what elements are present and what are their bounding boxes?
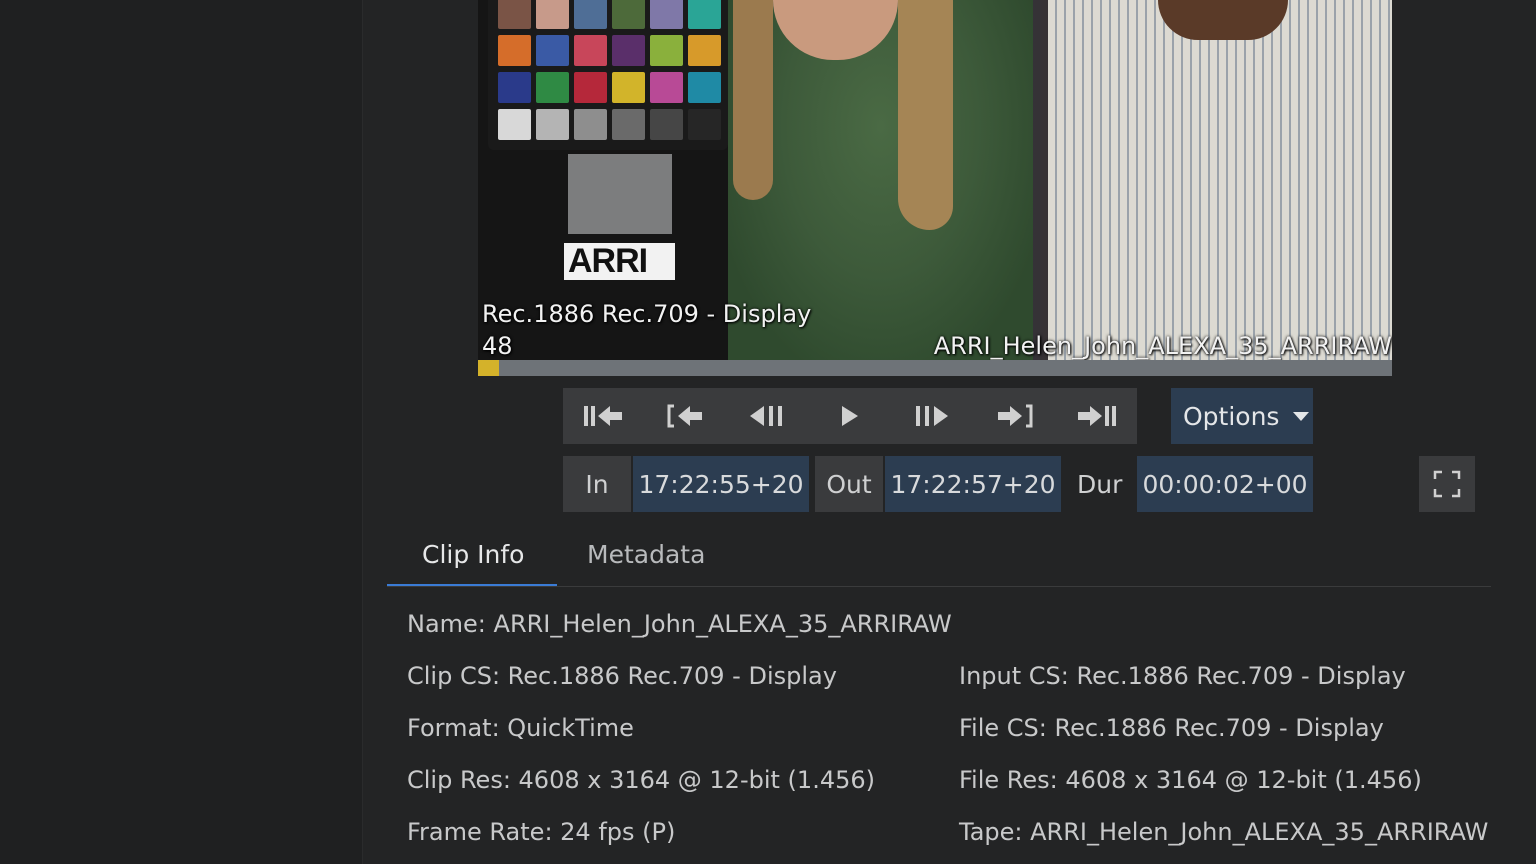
color-swatch [574, 109, 607, 140]
color-swatch [650, 0, 683, 29]
tab-metadata[interactable]: Metadata [587, 540, 727, 587]
tab-clip-info-label: Clip Info [422, 540, 525, 569]
color-swatch [688, 0, 721, 29]
clip-name-info: Name: ARRI_Helen_John_ALEXA_35_ARRIRAW [407, 610, 952, 638]
color-swatch [688, 72, 721, 103]
color-swatch [498, 72, 531, 103]
color-swatch [536, 72, 569, 103]
color-swatch [574, 72, 607, 103]
fullscreen-icon [1433, 470, 1461, 498]
file-res-info: File Res: 4608 x 3164 @ 12-bit (1.456) [959, 766, 1422, 794]
transport-controls [563, 388, 1137, 444]
color-swatch [536, 35, 569, 66]
color-swatch [536, 0, 569, 29]
person-left-hair-right [898, 0, 953, 230]
tab-metadata-label: Metadata [587, 540, 706, 569]
go-to-in-button[interactable] [645, 388, 727, 444]
color-swatch [498, 0, 531, 29]
timeline-scrubber[interactable] [478, 360, 1392, 376]
play-icon [842, 406, 858, 426]
color-swatch [612, 72, 645, 103]
go-to-out-button[interactable] [973, 388, 1055, 444]
color-swatch [574, 0, 607, 29]
fullscreen-button[interactable] [1419, 456, 1475, 512]
colorspace-overlay: Rec.1886 Rec.709 - Display [482, 300, 812, 328]
play-button[interactable] [809, 388, 891, 444]
go-to-in-icon [667, 404, 702, 428]
format-info: Format: QuickTime [407, 714, 634, 742]
clip-res-info: Clip Res: 4608 x 3164 @ 12-bit (1.456) [407, 766, 875, 794]
frame-rate-info: Frame Rate: 24 fps (P) [407, 818, 676, 846]
color-checker-chart [488, 0, 728, 150]
color-swatch [650, 109, 683, 140]
playhead[interactable] [478, 360, 500, 376]
color-swatch [688, 35, 721, 66]
file-cs-info: File CS: Rec.1886 Rec.709 - Display [959, 714, 1384, 742]
go-to-out-icon [998, 404, 1033, 428]
go-to-start-icon [584, 406, 622, 426]
person-left-hair [733, 0, 773, 200]
video-viewer[interactable]: ARRI Rec.1886 Rec.709 - Display 48 ARRI_… [478, 0, 1392, 362]
out-point-button[interactable]: Out [815, 456, 883, 512]
tab-divider [387, 586, 1491, 587]
tape-info: Tape: ARRI_Helen_John_ALEXA_35_ARRIRAW [959, 818, 1489, 846]
tab-clip-info[interactable]: Clip Info [387, 540, 557, 587]
color-swatch [688, 109, 721, 140]
step-forward-button[interactable] [891, 388, 973, 444]
go-to-start-button[interactable] [563, 388, 645, 444]
step-back-icon [750, 406, 782, 426]
left-panel [0, 0, 363, 864]
duration-label: Dur [1077, 469, 1123, 499]
color-swatch [498, 35, 531, 66]
go-to-end-button[interactable] [1055, 388, 1137, 444]
step-back-button[interactable] [727, 388, 809, 444]
gray-card [568, 154, 672, 234]
frame-number-overlay: 48 [482, 332, 513, 360]
person-right-neck [1158, 0, 1288, 40]
color-swatch [612, 35, 645, 66]
go-to-end-icon [1078, 406, 1116, 426]
color-swatch [650, 35, 683, 66]
step-forward-icon [916, 406, 948, 426]
color-swatch [574, 35, 607, 66]
clip-cs-info: Clip CS: Rec.1886 Rec.709 - Display [407, 662, 837, 690]
color-swatch [498, 109, 531, 140]
arri-logo: ARRI [564, 243, 675, 280]
color-swatch [612, 109, 645, 140]
in-timecode-field[interactable]: 17:22:55+20 [633, 456, 809, 512]
color-swatch [612, 0, 645, 29]
chevron-down-icon [1293, 411, 1310, 421]
options-label: Options [1183, 401, 1280, 431]
person-right-shirt [1048, 0, 1392, 362]
clip-name-overlay: ARRI_Helen_John_ALEXA_35_ARRIRAW [933, 332, 1392, 360]
input-cs-info: Input CS: Rec.1886 Rec.709 - Display [959, 662, 1406, 690]
duration-timecode-field[interactable]: 00:00:02+00 [1137, 456, 1313, 512]
color-swatch [536, 109, 569, 140]
in-point-button[interactable]: In [563, 456, 631, 512]
color-swatch [650, 72, 683, 103]
options-dropdown[interactable]: Options [1171, 388, 1313, 444]
out-timecode-field[interactable]: 17:22:57+20 [885, 456, 1061, 512]
